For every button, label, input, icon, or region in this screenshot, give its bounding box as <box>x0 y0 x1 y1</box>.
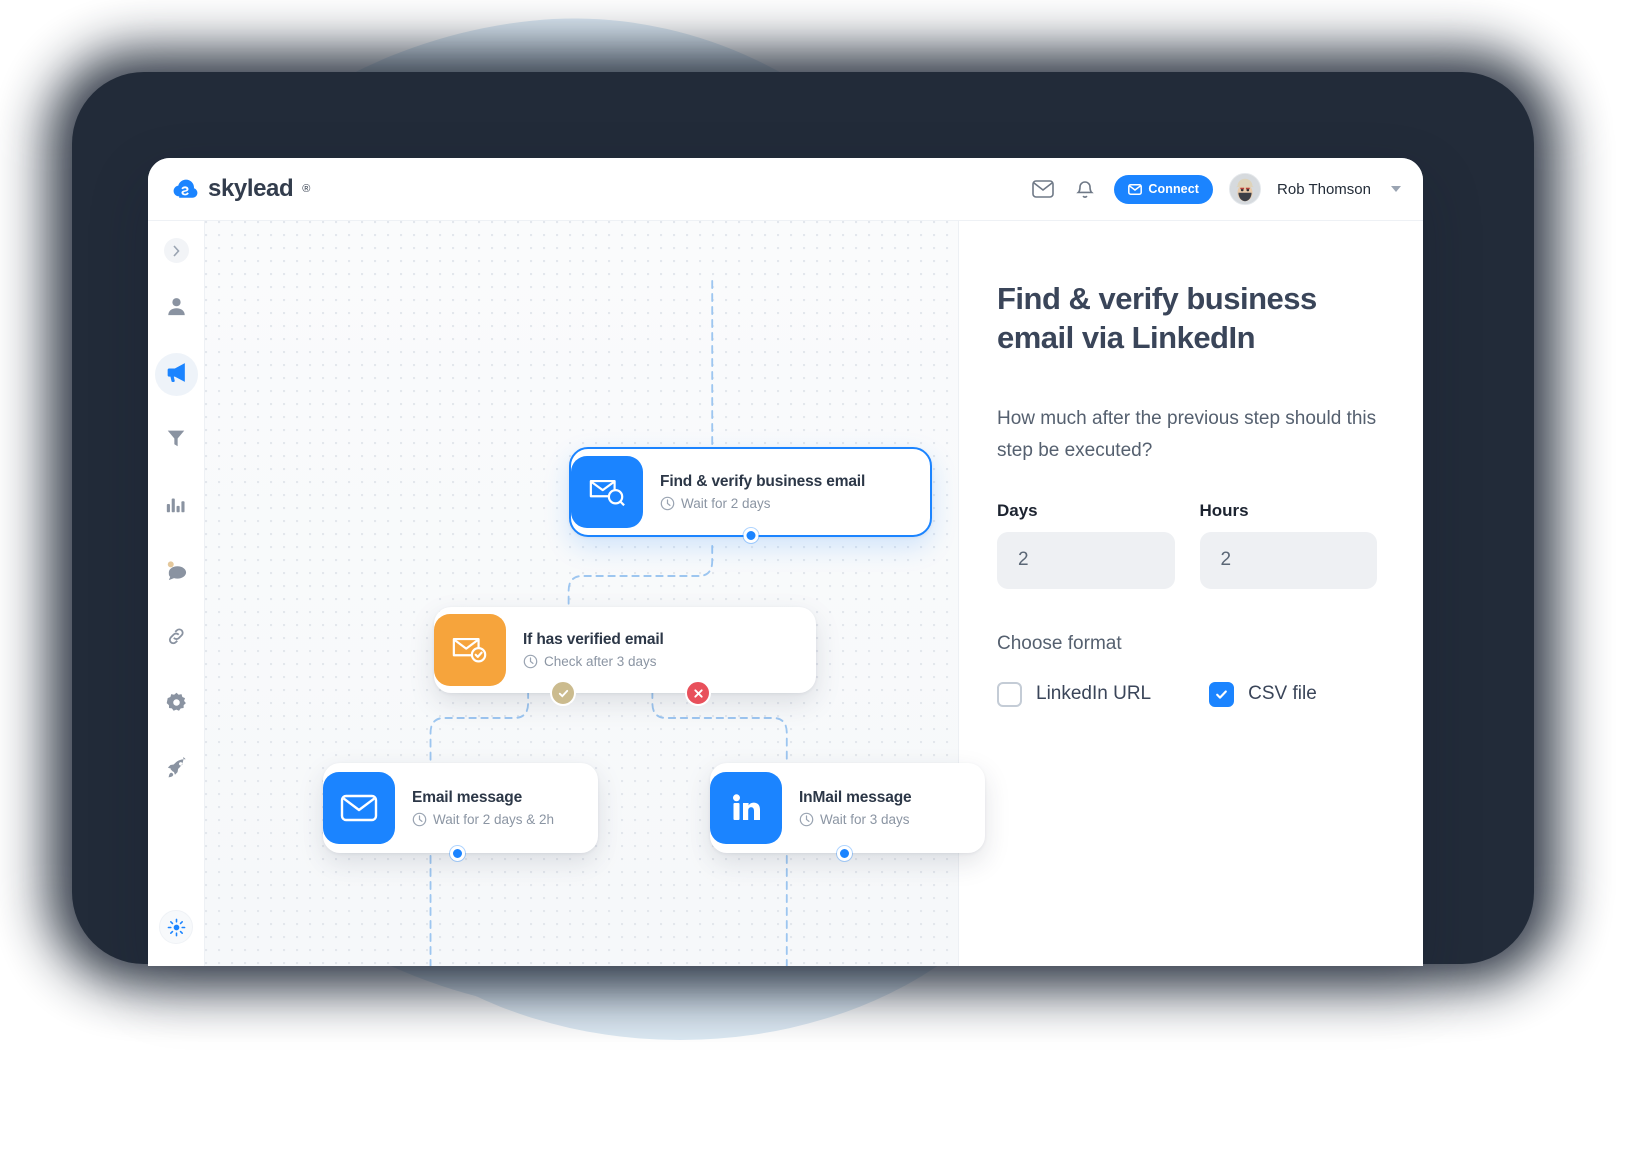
mail-icon[interactable] <box>1030 176 1056 202</box>
megaphone-icon <box>164 360 189 390</box>
workflow-canvas[interactable]: Find & verify business email Wait for 2 … <box>205 221 985 966</box>
check-icon <box>1216 690 1228 699</box>
brand[interactable]: skylead ® <box>172 175 310 203</box>
app-body: Find & verify business email Wait for 2 … <box>148 221 1423 966</box>
option-label: CSV file <box>1248 683 1317 705</box>
csv-file-checkbox[interactable] <box>1209 681 1235 707</box>
node-subtitle-row: Wait for 2 days <box>660 496 865 511</box>
user-icon <box>165 295 188 323</box>
days-field: Days <box>997 501 1175 589</box>
node-text: InMail message Wait for 3 days <box>782 789 935 827</box>
node-title: Email message <box>412 789 523 806</box>
skylead-cloud-icon <box>172 176 199 203</box>
sidebar-item-launch[interactable] <box>155 749 198 792</box>
linkedin-url-checkbox[interactable] <box>997 681 1022 707</box>
node-subtitle: Wait for 2 days <box>681 496 771 511</box>
bar-chart-icon <box>165 493 187 520</box>
mail-check-icon <box>434 614 506 686</box>
sidebar-item-campaigns[interactable] <box>154 353 198 396</box>
node-subtitle-row: Check after 3 days <box>523 654 664 669</box>
workflow-node-if-has-verified-email[interactable]: If has verified email Check after 3 days <box>434 607 816 706</box>
chevron-right-icon[interactable] <box>163 238 189 263</box>
days-input[interactable] <box>997 531 1175 589</box>
days-label: Days <box>997 500 1038 520</box>
node-output-port[interactable] <box>450 846 465 861</box>
screenshot-stage: skylead ® Connect Rob Thomson Find & ver… <box>0 0 1641 1173</box>
clock-icon <box>412 812 427 827</box>
envelope-icon <box>323 772 395 844</box>
x-icon <box>693 688 703 698</box>
header-actions: Connect Rob Thomson <box>1030 173 1401 205</box>
connect-button[interactable]: Connect <box>1114 174 1214 204</box>
mail-search-icon <box>571 456 643 528</box>
envelope-icon <box>1128 183 1143 195</box>
hours-field: Hours <box>1199 500 1377 589</box>
sun-icon[interactable] <box>159 910 193 944</box>
node-output-port[interactable] <box>743 528 758 543</box>
option-label: LinkedIn URL <box>1036 683 1152 705</box>
rocket-icon <box>165 756 188 785</box>
sidebar <box>148 221 205 966</box>
linkedin-icon <box>710 772 782 844</box>
node-title: If has verified email <box>523 631 664 648</box>
option-linkedin-url[interactable]: LinkedIn URL <box>997 681 1152 707</box>
step-settings-panel: Find & verify business email via LinkedI… <box>958 221 1423 966</box>
node-subtitle-row: Wait for 3 days <box>799 812 911 827</box>
hours-input[interactable] <box>1199 531 1377 589</box>
choose-format-label: Choose format <box>997 632 1122 654</box>
clock-icon <box>799 812 814 827</box>
node-subtitle-row: Wait for 2 days & 2h <box>412 812 554 827</box>
node-text: Email message Wait for 2 days & 2h <box>395 789 578 827</box>
node-output-port[interactable] <box>837 846 852 861</box>
clock-icon <box>523 654 538 669</box>
connect-button-label: Connect <box>1148 182 1200 196</box>
app-header: skylead ® Connect Rob Thomson <box>148 158 1423 221</box>
node-text: Find & verify business email Wait for 2 … <box>643 473 889 511</box>
delay-fields: Days Hours <box>997 501 1377 589</box>
panel-question: How much after the previous step should … <box>997 408 1377 461</box>
branch-yes-badge[interactable] <box>550 680 576 706</box>
brand-name: skylead <box>208 175 294 202</box>
sidebar-item-settings[interactable] <box>155 683 198 726</box>
sidebar-item-filters[interactable] <box>155 419 198 462</box>
chevron-down-icon[interactable] <box>1391 186 1401 192</box>
workflow-node-email-message[interactable]: Email message Wait for 2 days & 2h <box>323 763 598 861</box>
funnel-icon <box>165 427 187 454</box>
node-text: If has verified email Check after 3 days <box>506 631 688 669</box>
clock-icon <box>660 496 675 511</box>
workflow-node-find-verify-business-email[interactable]: Find & verify business email Wait for 2 … <box>569 447 932 543</box>
sidebar-item-integrations[interactable] <box>155 617 198 660</box>
node-title: InMail message <box>799 789 912 806</box>
hours-label: Hours <box>1199 500 1249 520</box>
page-title: Find & verify business email via LinkedI… <box>997 281 1317 356</box>
bell-icon[interactable] <box>1072 176 1098 202</box>
sidebar-item-inbox[interactable] <box>155 551 198 594</box>
chat-bubble-icon <box>165 559 188 587</box>
app-window: skylead ® Connect Rob Thomson Find & ver… <box>148 158 1423 966</box>
node-subtitle: Wait for 2 days & 2h <box>433 812 555 827</box>
workflow-node-inmail-message[interactable]: InMail message Wait for 3 days <box>710 763 985 861</box>
user-name: Rob Thomson <box>1277 180 1371 198</box>
sidebar-item-analytics[interactable] <box>155 485 198 528</box>
check-icon <box>558 689 568 698</box>
node-subtitle: Wait for 3 days <box>820 812 910 827</box>
brand-registered-mark: ® <box>302 183 311 195</box>
format-options: LinkedIn URL CSV file <box>997 681 1377 707</box>
branch-no-badge[interactable] <box>685 680 711 706</box>
sidebar-item-contacts[interactable] <box>155 287 198 330</box>
node-title: Find & verify business email <box>660 473 866 490</box>
node-subtitle: Check after 3 days <box>544 654 657 669</box>
link-icon <box>165 625 188 653</box>
option-csv-file[interactable]: CSV file <box>1209 681 1317 707</box>
avatar[interactable] <box>1229 173 1262 205</box>
gear-icon <box>165 691 188 719</box>
